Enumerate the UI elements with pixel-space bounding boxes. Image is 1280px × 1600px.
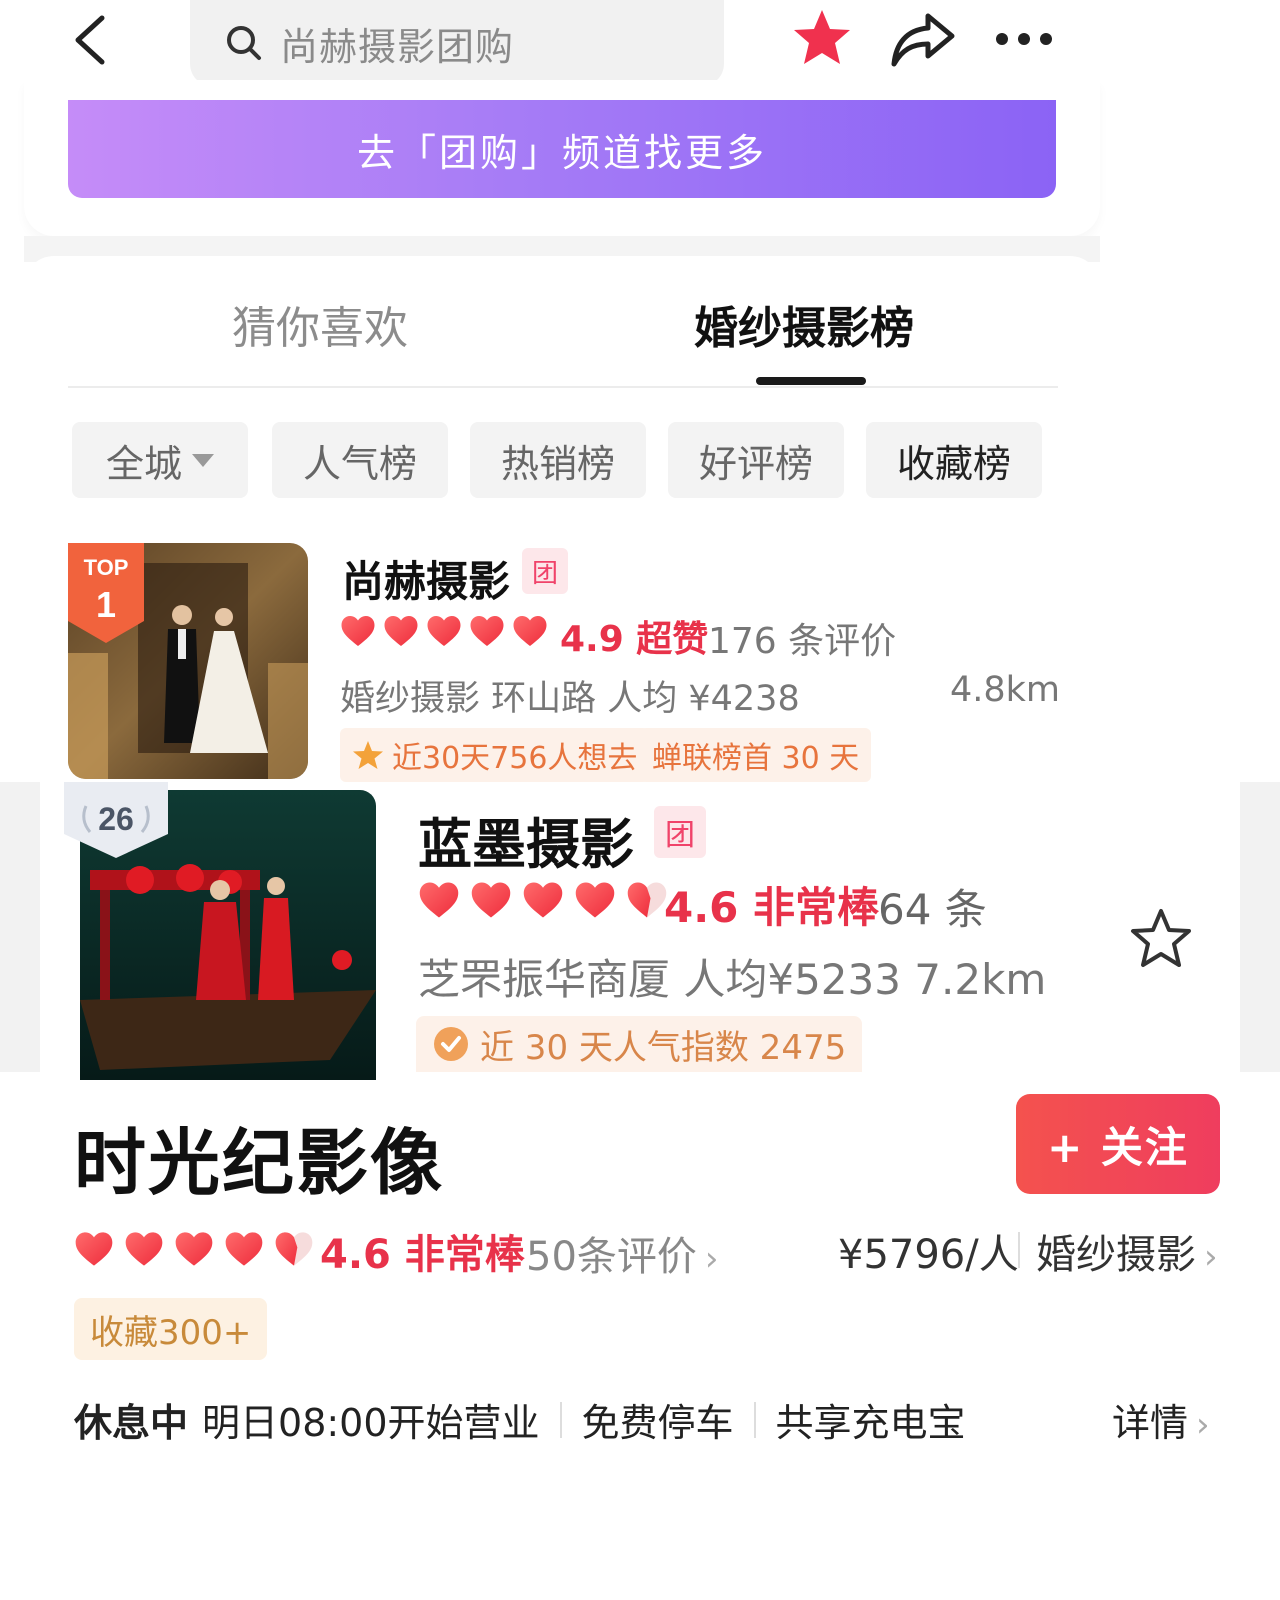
heart-icon bbox=[418, 880, 460, 920]
chevron-right-icon: › bbox=[704, 1239, 719, 1279]
rating-hearts bbox=[418, 880, 668, 920]
separator bbox=[1018, 1232, 1020, 1268]
rating-score: 4.6 非常棒 bbox=[664, 883, 880, 932]
price-per-person: ¥5796/人 bbox=[838, 1232, 1019, 1278]
category-link[interactable]: 婚纱摄影 › bbox=[1036, 1222, 1218, 1280]
rating-score: 4.6 非常棒 bbox=[320, 1232, 525, 1278]
details-label: 详情 bbox=[1112, 1401, 1189, 1445]
review-count: 50条评价 bbox=[526, 1234, 697, 1280]
group-buy-badge: 团 bbox=[522, 548, 568, 594]
half-heart-icon bbox=[274, 1230, 314, 1268]
review-count[interactable]: 176 条评价 bbox=[708, 612, 896, 664]
popularity-index-tag: 近 30 天人气指数 2475 bbox=[416, 1016, 863, 1072]
want-to-go-tag: 近30天756人想去 bbox=[340, 728, 650, 782]
heart-icon bbox=[224, 1230, 264, 1268]
follow-button[interactable]: + 关注 bbox=[1016, 1094, 1220, 1194]
listing-distance: 4.8km bbox=[950, 670, 1061, 710]
opening-hours: 明日08:00开始营业 bbox=[202, 1401, 540, 1445]
rank-number: 26 bbox=[98, 801, 134, 837]
badge-check-icon bbox=[434, 1027, 468, 1061]
listing-name[interactable]: 蓝墨摄影 bbox=[418, 800, 634, 879]
star-icon bbox=[353, 741, 383, 769]
dropdown-arrow-icon bbox=[192, 453, 214, 467]
heart-icon bbox=[574, 880, 616, 920]
rating-hearts bbox=[340, 614, 548, 648]
popularity-index-text: 近 30 天人气指数 2475 bbox=[480, 1027, 847, 1068]
filter-city-label: 全城 bbox=[105, 441, 182, 486]
separator bbox=[753, 1401, 756, 1438]
rank-number: 1 bbox=[96, 584, 116, 625]
search-text: 尚赫摄影团购 bbox=[280, 24, 515, 69]
heart-icon bbox=[340, 614, 376, 648]
heart-icon bbox=[470, 880, 512, 920]
tab-wedding-photo-ranking[interactable]: 婚纱摄影榜 bbox=[694, 292, 914, 356]
heart-icon bbox=[512, 614, 548, 648]
rating-score: 4.9 超赞 bbox=[560, 619, 709, 660]
want-to-go-text: 近30天756人想去 bbox=[392, 741, 638, 776]
heart-icon bbox=[426, 614, 462, 648]
group-buy-badge: 团 bbox=[654, 806, 706, 858]
chevron-right-icon: › bbox=[1204, 1237, 1218, 1277]
filter-city[interactable]: 全城 bbox=[72, 422, 248, 498]
rating-hearts bbox=[74, 1230, 314, 1268]
listing-name[interactable]: 尚赫摄影 bbox=[342, 548, 510, 609]
open-status: 休息中 bbox=[74, 1401, 189, 1445]
filter-best-selling[interactable]: 热销榜 bbox=[470, 422, 646, 498]
business-status-row: 休息中 明日08:00开始营业 免费停车 共享充电宝 bbox=[74, 1392, 966, 1447]
group-buy-banner[interactable]: 去「团购」频道找更多 bbox=[68, 100, 1056, 198]
listing-meta: 芝罘振华商厦 人均¥5233 7.2km bbox=[418, 955, 1047, 1004]
listing-meta: 婚纱摄影 环山路 人均 ¥4238 bbox=[340, 679, 800, 719]
ranking-streak-tag: 蝉联榜首 30 天 bbox=[640, 728, 872, 782]
amenity-power-bank: 共享充电宝 bbox=[775, 1401, 966, 1445]
filter-top-rated[interactable]: 好评榜 bbox=[668, 422, 844, 498]
heart-icon bbox=[174, 1230, 214, 1268]
search-icon bbox=[227, 26, 261, 60]
favorite-star-icon[interactable] bbox=[790, 6, 854, 70]
back-icon[interactable] bbox=[66, 12, 114, 68]
heart-icon bbox=[469, 614, 505, 648]
shop-title: 时光纪影像 bbox=[74, 1121, 445, 1205]
top-label: TOP bbox=[84, 555, 129, 580]
review-count[interactable]: 64 条 bbox=[878, 876, 987, 937]
search-input[interactable]: 尚赫摄影团购 bbox=[190, 0, 724, 86]
favorite-star-icon[interactable] bbox=[1128, 906, 1194, 972]
details-link[interactable]: 详情 › bbox=[1112, 1392, 1210, 1447]
heart-icon bbox=[124, 1230, 164, 1268]
heart-icon bbox=[74, 1230, 114, 1268]
more-icon[interactable] bbox=[994, 26, 1054, 52]
amenity-parking: 免费停车 bbox=[581, 1401, 734, 1445]
chevron-right-icon: › bbox=[1196, 1405, 1210, 1445]
favorites-count-badge: 收藏300+ bbox=[74, 1298, 268, 1360]
tab-divider bbox=[68, 386, 1058, 388]
half-heart-icon bbox=[626, 880, 668, 920]
review-count-link[interactable]: 50条评价 › bbox=[526, 1224, 719, 1282]
tab-guess-you-like[interactable]: 猜你喜欢 bbox=[232, 292, 408, 356]
rank-badge: 26 bbox=[64, 782, 168, 858]
active-tab-indicator bbox=[756, 377, 866, 385]
category: 婚纱摄影 bbox=[1036, 1232, 1196, 1278]
top-rank-badge: TOP 1 bbox=[68, 543, 144, 643]
filter-most-favorited[interactable]: 收藏榜 bbox=[866, 422, 1042, 498]
heart-icon bbox=[522, 880, 564, 920]
separator bbox=[559, 1401, 562, 1438]
filter-popularity[interactable]: 人气榜 bbox=[272, 422, 448, 498]
heart-icon bbox=[383, 614, 419, 648]
share-icon[interactable] bbox=[888, 8, 958, 70]
